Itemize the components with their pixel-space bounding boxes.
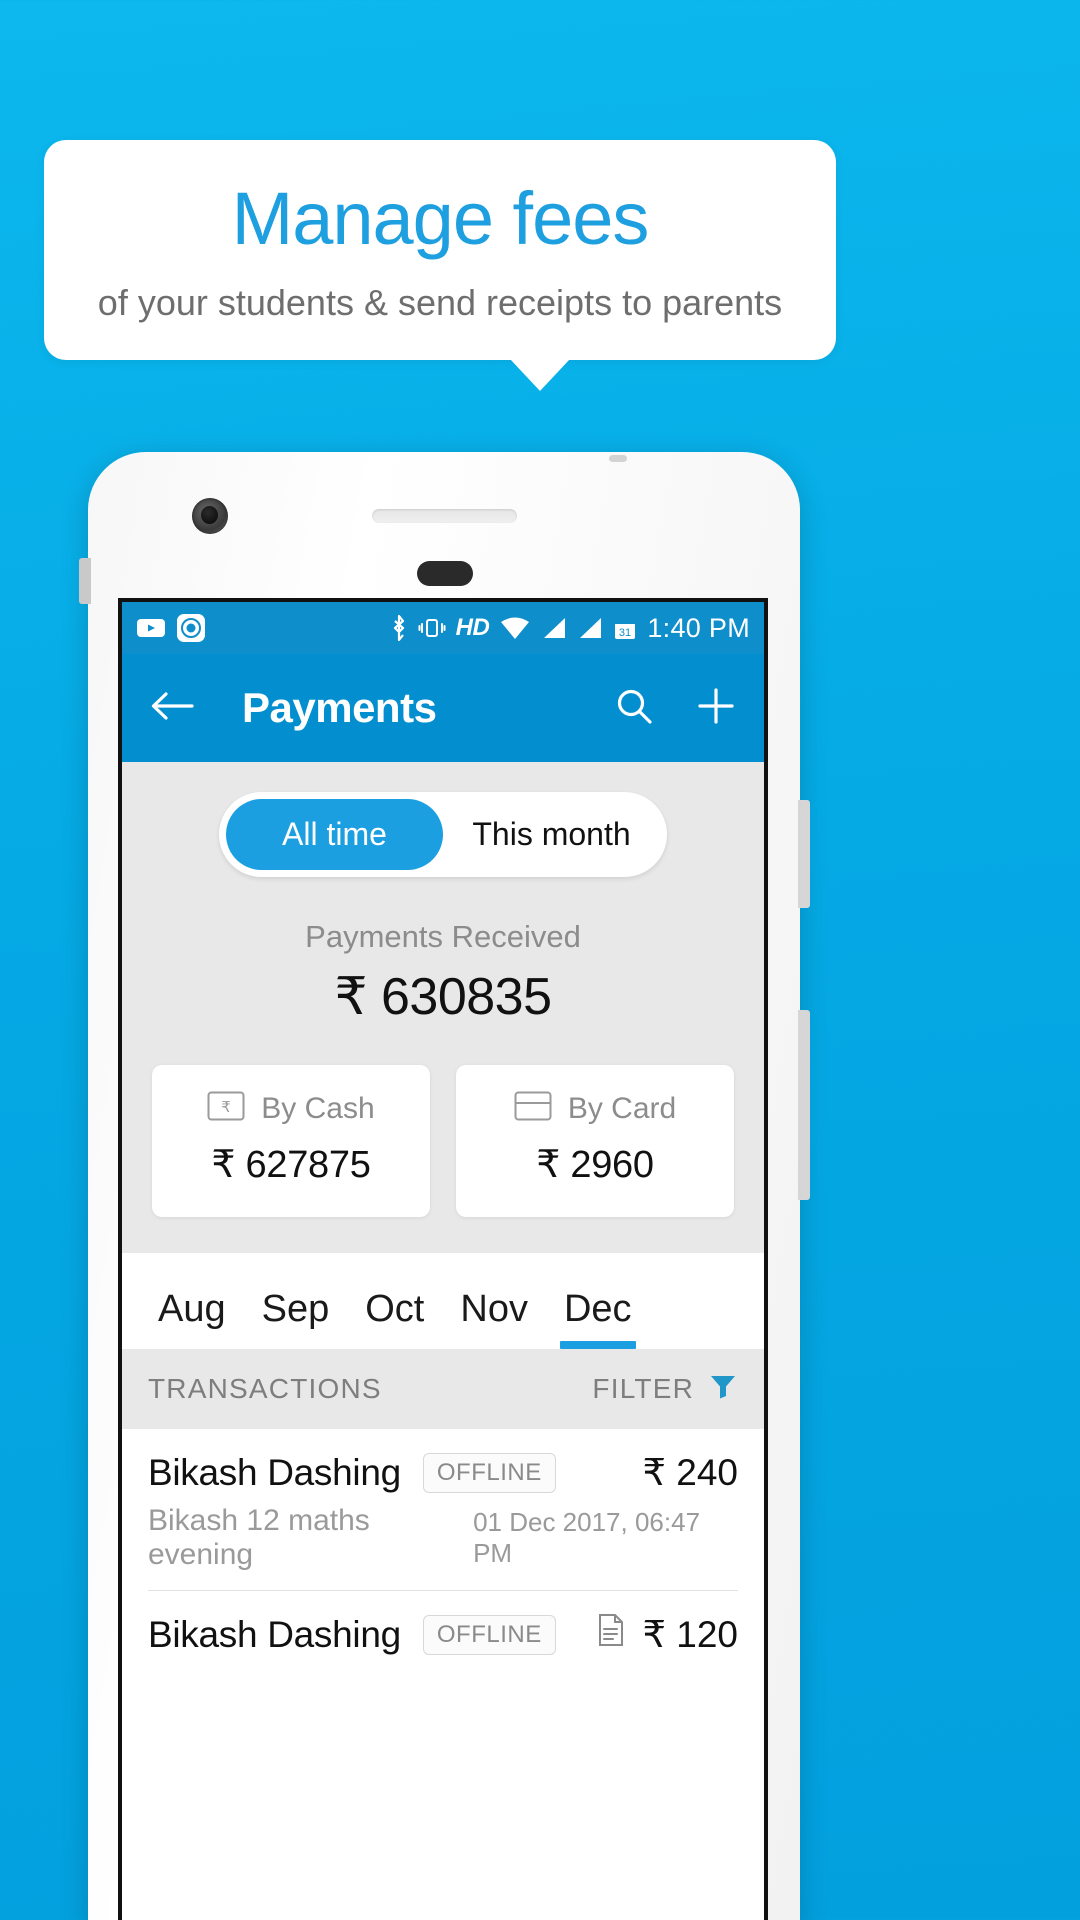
callout-tail	[510, 359, 570, 391]
signal-icon	[541, 615, 567, 641]
month-tab-label: Aug	[158, 1288, 226, 1330]
youtube-icon	[136, 616, 166, 640]
earpiece-speaker	[372, 509, 517, 523]
month-tab-indicator	[559, 1341, 636, 1349]
by-card-label: By Card	[567, 1091, 677, 1125]
filter-label: FILTER	[592, 1373, 694, 1404]
search-icon[interactable]	[614, 686, 654, 731]
month-tab-label: Dec	[563, 1288, 632, 1330]
table-row[interactable]: Bikash Dashing OFFLINE ₹ 240 Bikash 12 m…	[122, 1429, 764, 1591]
transaction-amount: ₹ 120	[596, 1613, 738, 1656]
front-camera-icon	[192, 498, 228, 534]
phone-screen: HD 31 1:40 PM Payments All time This mon…	[118, 598, 768, 1920]
svg-text:₹: ₹	[222, 1099, 232, 1116]
by-card-card[interactable]: By Card ₹ 2960	[456, 1065, 734, 1217]
by-cash-card[interactable]: ₹ By Cash ₹ 627875	[152, 1065, 430, 1217]
app-bar: Payments	[122, 654, 764, 762]
status-badge: OFFLINE	[422, 1452, 556, 1493]
promo-title: Manage fees	[231, 177, 650, 260]
status-bar-clock: 1:40 PM	[647, 612, 750, 643]
bluetooth-icon	[390, 613, 408, 643]
plus-icon[interactable]	[696, 686, 736, 731]
signal-icon	[577, 615, 603, 641]
payment-breakdown-cards: ₹ By Cash ₹ 627875 By Card ₹ 2960	[122, 1065, 764, 1217]
segment-all-time[interactable]: All time	[226, 799, 443, 870]
filter-button[interactable]: FILTER	[592, 1371, 738, 1408]
month-tabs[interactable]: Aug Sep Oct Nov Dec	[122, 1253, 764, 1349]
by-cash-amount: ₹ 627875	[211, 1144, 371, 1186]
status-bar: HD 31 1:40 PM	[122, 602, 764, 654]
transactions-header: TRANSACTIONS FILTER	[122, 1349, 764, 1429]
vibrate-icon	[418, 614, 446, 642]
receipt-icon[interactable]	[596, 1613, 626, 1656]
month-tab-label: Nov	[460, 1288, 528, 1330]
month-tab-aug[interactable]: Aug	[140, 1288, 244, 1349]
month-tab-dec[interactable]: Dec	[546, 1288, 650, 1349]
by-card-amount: ₹ 2960	[536, 1144, 654, 1186]
phone-side-button-volume	[798, 800, 810, 908]
month-tab-sep[interactable]: Sep	[244, 1288, 348, 1349]
promo-callout: Manage fees of your students & send rece…	[44, 140, 836, 360]
app-icon	[176, 613, 206, 643]
summary-section: All time This month Payments Received ₹ …	[122, 762, 764, 1253]
page-title: Payments	[242, 684, 437, 731]
transaction-amount: ₹ 240	[642, 1452, 738, 1493]
svg-text:31: 31	[619, 627, 631, 639]
payments-received-label: Payments Received	[305, 919, 581, 954]
credit-card-icon	[514, 1091, 552, 1126]
status-badge: OFFLINE	[422, 1614, 556, 1655]
month-tab-nov[interactable]: Nov	[442, 1288, 546, 1349]
home-button	[417, 561, 473, 586]
time-range-segmented-control[interactable]: All time This month	[219, 792, 667, 877]
by-cash-label: By Cash	[261, 1091, 375, 1125]
month-tab-label: Sep	[261, 1288, 330, 1330]
hd-icon: HD	[455, 614, 490, 641]
promo-subtitle: of your students & send receipts to pare…	[97, 282, 783, 323]
calendar-icon: 31	[613, 615, 637, 641]
rupee-note-icon: ₹	[207, 1091, 245, 1126]
transactions-list: Bikash Dashing OFFLINE ₹ 240 Bikash 12 m…	[122, 1429, 764, 1656]
transaction-amount-value: ₹ 120	[642, 1614, 738, 1655]
transaction-description: Bikash 12 maths evening	[148, 1504, 370, 1571]
segment-this-month[interactable]: This month	[443, 799, 660, 870]
phone-side-button-power	[798, 1010, 810, 1200]
wifi-icon	[499, 615, 531, 641]
back-arrow-icon[interactable]	[150, 689, 194, 728]
month-tab-label: Oct	[365, 1288, 425, 1330]
table-row[interactable]: Bikash Dashing OFFLINE ₹ 120	[122, 1591, 764, 1656]
phone-side-button-left	[79, 558, 91, 604]
phone-top-sensor-dot	[609, 455, 627, 462]
payments-received-amount: ₹ 630835	[334, 968, 552, 1026]
transactions-label: TRANSACTIONS	[148, 1373, 382, 1404]
month-tab-oct[interactable]: Oct	[347, 1288, 442, 1349]
transaction-name: Bikash Dashing	[148, 1451, 401, 1493]
transaction-date: 01 Dec 2017, 06:47 PM	[473, 1507, 701, 1568]
filter-funnel-icon[interactable]	[708, 1371, 738, 1408]
transaction-name: Bikash Dashing	[148, 1613, 401, 1655]
